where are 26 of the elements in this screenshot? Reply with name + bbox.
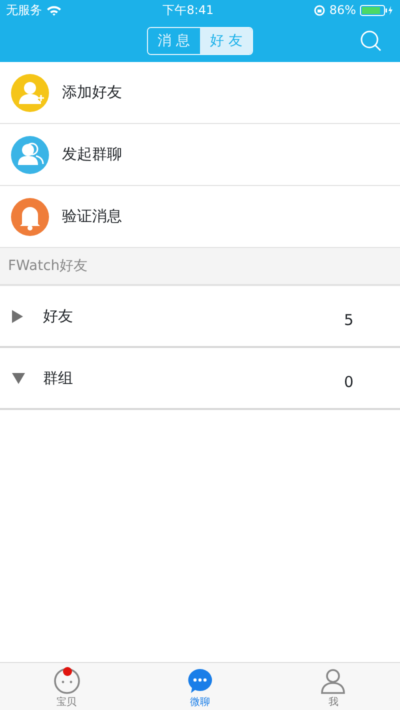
group-count: 0 [344, 372, 355, 393]
tab-bar-item[interactable]: 我 [266, 663, 400, 710]
action-label: 添加好友 [62, 82, 122, 104]
action-row[interactable]: 添加好友 [0, 62, 400, 124]
clock-text: 下午8:41 [162, 2, 215, 19]
tab-bar-item[interactable]: 微聊 [133, 663, 267, 710]
action-row[interactable]: 发起群聊 [0, 124, 400, 186]
group-row[interactable]: 好友 5 [0, 286, 400, 348]
group-label: 群组 [43, 368, 73, 389]
group-label: 好友 [43, 306, 73, 327]
action-label: 验证消息 [62, 206, 122, 228]
wifi-icon [46, 4, 62, 16]
chat-icon [186, 667, 214, 695]
tab-bar-item[interactable]: 宝贝 [0, 663, 134, 710]
search-icon[interactable] [360, 30, 382, 52]
group-row[interactable]: 群组 0 [0, 348, 400, 410]
battery-icon [360, 4, 394, 16]
battery-text: 86% [329, 2, 356, 19]
section-header: FWatch好友 [8, 256, 88, 276]
group-count: 5 [344, 310, 355, 331]
group-icon [10, 134, 50, 174]
action-label: 发起群聊 [62, 144, 122, 166]
add-person-icon [10, 72, 50, 112]
carrier-text: 无服务 [6, 2, 42, 19]
bell-icon [10, 196, 50, 236]
person-icon [319, 667, 348, 695]
